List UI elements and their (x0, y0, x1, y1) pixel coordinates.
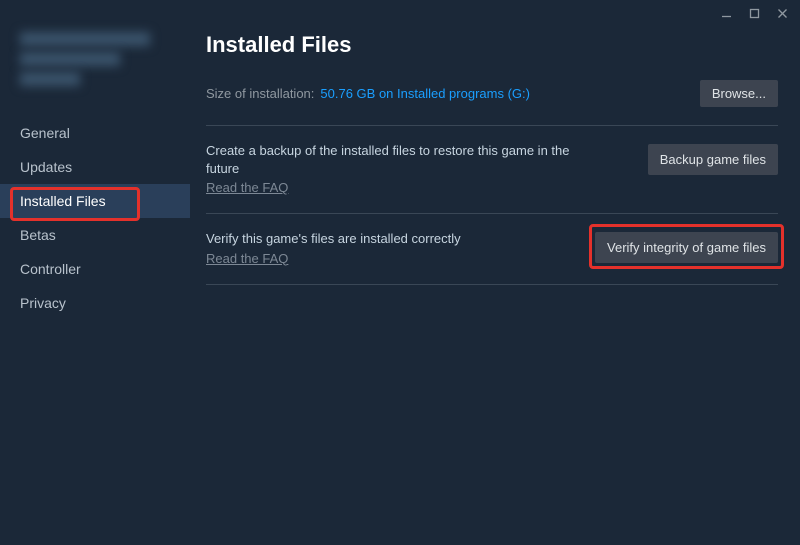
sidebar-item-betas[interactable]: Betas (0, 218, 190, 252)
divider (206, 284, 778, 285)
minimize-icon (721, 8, 732, 19)
sidebar-item-updates[interactable]: Updates (0, 150, 190, 184)
verify-section: Verify this game's files are installed c… (206, 230, 778, 284)
verify-integrity-button[interactable]: Verify integrity of game files (595, 232, 778, 263)
sidebar-item-general[interactable]: General (0, 116, 190, 150)
sidebar-item-installed-files[interactable]: Installed Files (0, 184, 190, 218)
sidebar-item-privacy[interactable]: Privacy (0, 286, 190, 320)
game-title-blurred (20, 32, 190, 86)
content: General Updates Installed Files Betas Co… (0, 26, 800, 545)
titlebar (0, 0, 800, 26)
verify-faq-link[interactable]: Read the FAQ (206, 251, 288, 266)
backup-text: Create a backup of the installed files t… (206, 142, 632, 197)
verify-description: Verify this game's files are installed c… (206, 230, 579, 248)
browse-button[interactable]: Browse... (700, 80, 778, 107)
backup-section: Create a backup of the installed files t… (206, 142, 778, 213)
maximize-icon (749, 8, 760, 19)
sidebar: General Updates Installed Files Betas Co… (0, 26, 190, 545)
backup-button[interactable]: Backup game files (648, 144, 778, 175)
backup-faq-link[interactable]: Read the FAQ (206, 180, 288, 195)
page-title: Installed Files (206, 32, 778, 58)
verify-text: Verify this game's files are installed c… (206, 230, 579, 268)
verify-button-wrapper: Verify integrity of game files (595, 230, 778, 263)
size-row: Size of installation: 50.76 GB on Instal… (206, 80, 778, 107)
size-value[interactable]: 50.76 GB on Installed programs (G:) (320, 86, 530, 101)
minimize-button[interactable] (714, 3, 738, 23)
maximize-button[interactable] (742, 3, 766, 23)
close-icon (777, 8, 788, 19)
backup-description: Create a backup of the installed files t… (206, 142, 586, 177)
divider (206, 125, 778, 126)
close-button[interactable] (770, 3, 794, 23)
main-panel: Installed Files Size of installation: 50… (190, 26, 800, 545)
size-label: Size of installation: (206, 86, 314, 101)
divider (206, 213, 778, 214)
sidebar-item-controller[interactable]: Controller (0, 252, 190, 286)
